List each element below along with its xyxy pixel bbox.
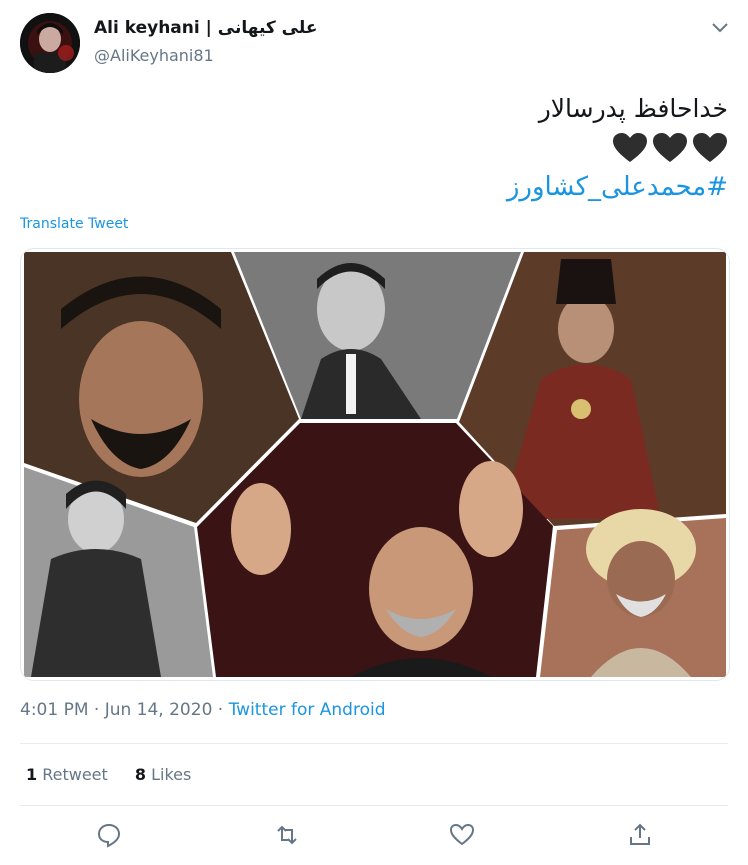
chevron-down-icon[interactable]: [711, 20, 729, 34]
avatar[interactable]: [20, 13, 80, 73]
author-handle[interactable]: @AliKeyhani81: [94, 46, 214, 65]
avatar-photo: [20, 13, 80, 73]
source-app-link[interactable]: Twitter for Android: [229, 700, 386, 720]
photo-collage: [21, 249, 729, 680]
media-image[interactable]: [20, 248, 730, 681]
like-icon: [449, 823, 475, 846]
tweet-text: خداحافظ پدرسالار: [538, 94, 728, 123]
like-button[interactable]: [449, 822, 475, 848]
author-name[interactable]: Ali keyhani | علی کیهانی: [94, 18, 317, 38]
like-count[interactable]: 8 Likes: [135, 765, 191, 784]
share-icon: [630, 823, 650, 845]
retweet-count-value: 1: [26, 765, 38, 784]
timestamp-text[interactable]: 4:01 PM · Jun 14, 2020 ·: [20, 700, 229, 720]
translate-link[interactable]: Translate Tweet: [20, 216, 128, 232]
like-count-value: 8: [134, 765, 147, 784]
retweet-count[interactable]: 1 Retweet: [26, 765, 108, 784]
retweet-button[interactable]: [274, 822, 300, 848]
tweet-timestamp: 4:01 PM · Jun 14, 2020 · Twitter for And…: [20, 700, 385, 720]
divider: [20, 805, 728, 806]
black-heart-icon: [613, 133, 647, 162]
divider: [20, 743, 728, 744]
share-button[interactable]: [627, 822, 653, 848]
like-count-label: Likes: [151, 765, 192, 784]
engagement-stats: 1 Retweet 8 Likes: [26, 765, 213, 784]
retweet-count-label: Retweet: [42, 765, 108, 784]
tweet-emoji-row: [612, 132, 728, 170]
black-heart-icon: [693, 133, 727, 162]
reply-icon: [97, 823, 121, 848]
black-heart-icon: [653, 133, 687, 162]
reply-button[interactable]: [96, 822, 122, 848]
hashtag-link[interactable]: #محمدعلی_کشاورز: [507, 172, 728, 202]
retweet-icon: [277, 825, 297, 845]
